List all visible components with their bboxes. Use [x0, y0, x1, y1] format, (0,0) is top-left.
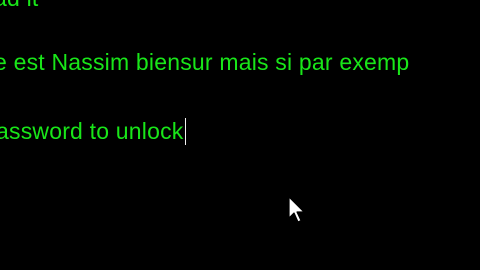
console-line-partial-top: ad it: [0, 0, 38, 11]
password-prompt-text: assword to unlock: [0, 118, 184, 144]
password-prompt-line[interactable]: assword to unlock: [0, 118, 186, 145]
terminal-screen[interactable]: ad it e est Nassim biensur mais si par e…: [0, 0, 480, 270]
mouse-pointer-arrow-icon: [288, 196, 305, 223]
console-line-message: e est Nassim biensur mais si par exemp: [0, 49, 410, 75]
text-caret-icon: [184, 118, 186, 145]
